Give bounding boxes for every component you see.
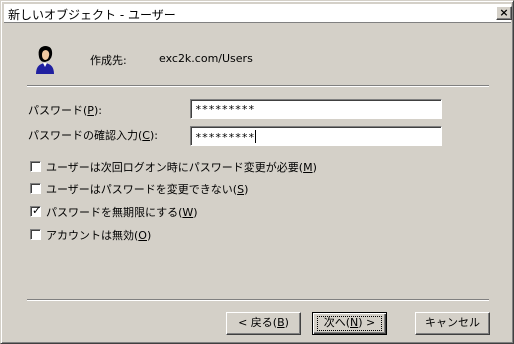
focus-rect [317,316,382,331]
confirm-password-value: ********* [195,131,255,144]
checkbox-password-never-expires[interactable]: ✓ [30,204,42,217]
confirm-password-label: パスワードの確認入力(C): [28,129,158,142]
check-mark-icon: ✓ [32,204,42,217]
next-button[interactable]: 次へ(N) > [312,312,387,335]
option-label-cannot-change: ユーザーはパスワードを変更できない(S) [46,183,249,196]
password-value: ********* [195,103,255,116]
checkbox-must-change-password[interactable] [30,161,41,172]
checkbox-account-disabled[interactable] [30,229,41,240]
close-button[interactable]: × [496,6,512,20]
separator-top [27,85,489,87]
option-label-never-expires: パスワードを無期限にする(W) [46,206,198,219]
user-icon [36,46,54,74]
option-label-account-disabled: アカウントは無効(O) [46,229,152,242]
password-field[interactable]: ********* [190,99,442,119]
back-button[interactable]: < 戻る(B) [226,312,301,335]
text-caret [254,130,256,143]
title-bar[interactable]: 新しいオブジェクト - ユーザー × [4,4,512,23]
password-label: パスワード(P): [28,104,102,117]
close-icon: × [499,6,509,19]
separator-bottom [27,299,489,301]
create-in-label: 作成先: [90,54,127,67]
option-label-must-change: ユーザーは次回ログオン時にパスワード変更が必要(M) [46,161,317,174]
dialog-window: 新しいオブジェクト - ユーザー × 作成先: exc2k.com/Users … [0,0,514,344]
cancel-button[interactable]: キャンセル [415,312,490,335]
checkbox-cannot-change-password[interactable] [30,183,41,194]
window-title: 新しいオブジェクト - ユーザー [8,8,176,22]
create-in-path: exc2k.com/Users [159,52,253,65]
confirm-password-field[interactable]: ********* [190,126,442,146]
